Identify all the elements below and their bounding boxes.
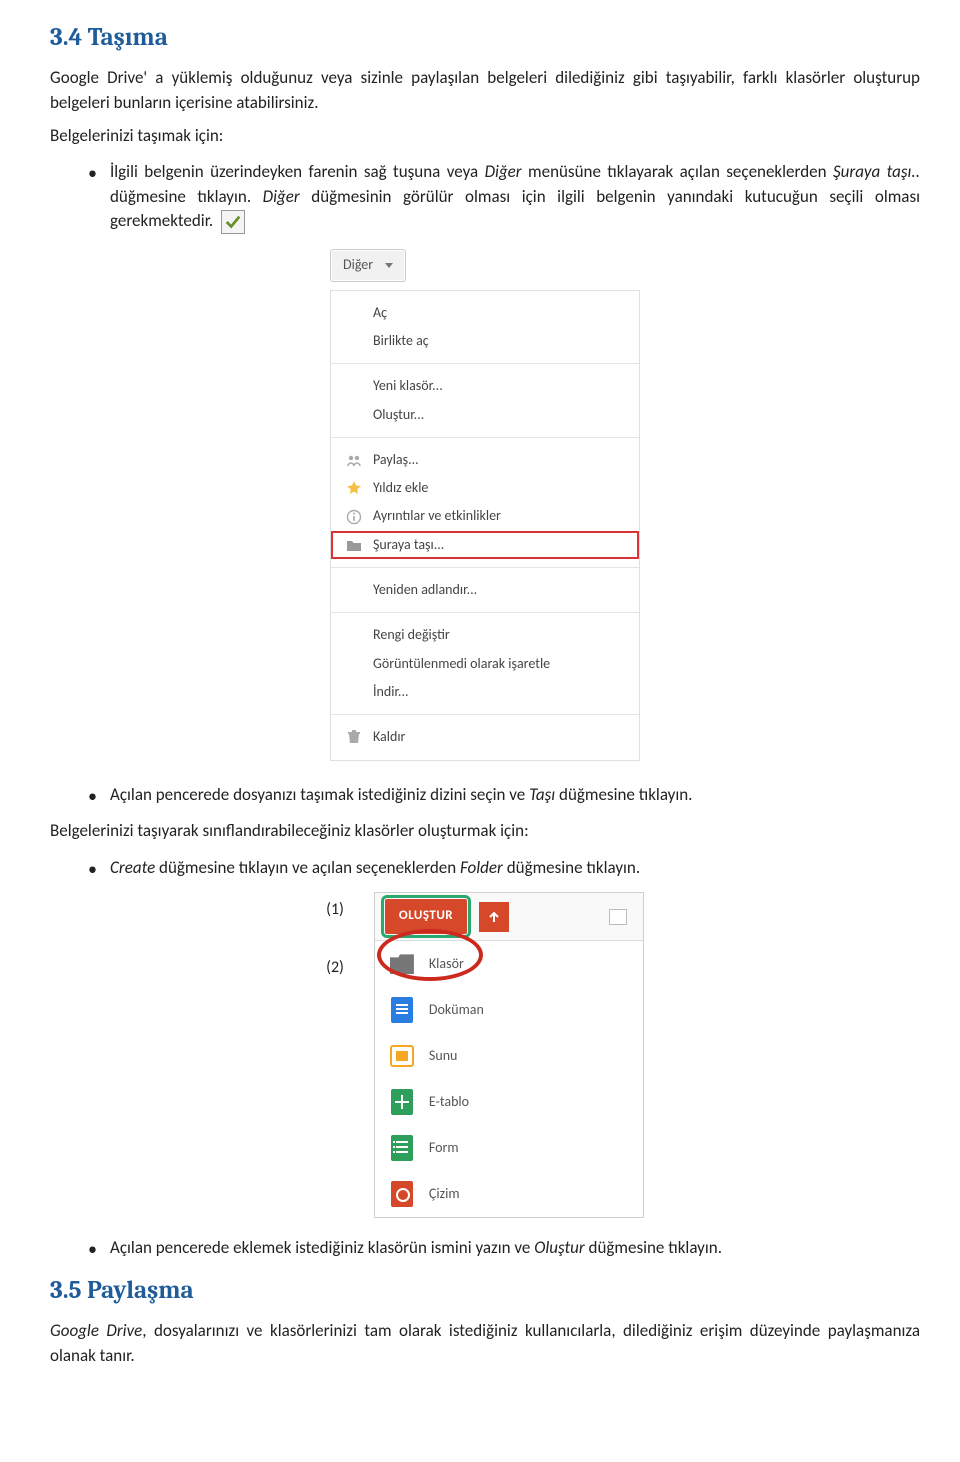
- menu-item-label: Yıldız ekle: [373, 478, 428, 498]
- olustur-panel: OLUŞTUR Klasör Doküman Sunu E-tablo Form Çizi…: [374, 892, 644, 1218]
- menu-item-label: Ayrıntılar ve etkinlikler: [373, 506, 501, 526]
- create-menu-item[interactable]: Klasör: [375, 941, 643, 987]
- diger-button-label: Diğer: [343, 255, 373, 275]
- menu-item[interactable]: Yıldız ekle: [331, 474, 639, 502]
- menu-item[interactable]: Aç: [331, 299, 639, 327]
- callout-1: (1): [326, 898, 344, 921]
- bullet-olustur: Açılan pencerede eklemek istediğiniz kla…: [88, 1236, 920, 1261]
- diger-dropdown-button[interactable]: Diğer: [330, 249, 406, 281]
- create-menu-item[interactable]: E-tablo: [375, 1079, 643, 1125]
- star-icon: [345, 479, 363, 497]
- create-menu-item[interactable]: Doküman: [375, 987, 643, 1033]
- intro-paragraph-1: Google Drive' a yüklemiş olduğunuz veya …: [50, 66, 920, 115]
- menu-item[interactable]: Yeniden adlandır...: [331, 576, 639, 604]
- create-menu-label: Sunu: [429, 1046, 458, 1066]
- share-icon: [345, 451, 363, 469]
- menu-item-label: Paylaş...: [373, 450, 419, 470]
- menu-item-label: Aç: [373, 303, 387, 323]
- menu-item-label: Birlikte aç: [373, 331, 429, 351]
- create-menu-label: Çizim: [429, 1184, 460, 1204]
- create-menu-label: E-tablo: [429, 1092, 469, 1112]
- diger-menu-panel: Aç Birlikte aç Yeni klasör... Oluştur... P…: [330, 290, 640, 761]
- menu-item[interactable]: Görüntülenmedi olarak işaretle: [331, 650, 639, 678]
- doc-icon: [389, 997, 415, 1023]
- menu-item[interactable]: Şuraya taşı...: [331, 531, 639, 559]
- diger-menu-screenshot: Diğer Aç Birlikte aç Yeni klasör... Oluştu…: [330, 249, 640, 760]
- paylasma-paragraph: Google Drive, dosyalarınızı ve klasörler…: [50, 1319, 920, 1368]
- intro-paragraph-2: Belgelerinizi taşımak için:: [50, 124, 920, 149]
- create-menu-label: Doküman: [429, 1000, 484, 1020]
- menu-item[interactable]: İndir...: [331, 678, 639, 706]
- folder-icon: [389, 951, 415, 977]
- intro-paragraph-3: Belgelerinizi taşıyarak sınıflandırabile…: [50, 819, 920, 844]
- slide-icon: [389, 1043, 415, 1069]
- folder-icon: [345, 536, 363, 554]
- bullet-tasimak: İlgili belgenin üzerindeyken farenin sağ…: [88, 160, 920, 234]
- section-heading-tasima: 3.4 Taşıma: [50, 20, 920, 56]
- create-menu-item[interactable]: Çizim: [375, 1171, 643, 1217]
- menu-item[interactable]: Yeni klasör...: [331, 372, 639, 400]
- menu-item-label: Şuraya taşı...: [373, 535, 444, 555]
- section-heading-paylasma: 3.5 Paylaşma: [50, 1273, 920, 1309]
- info-icon: [345, 508, 363, 526]
- menu-item[interactable]: Paylaş...: [331, 446, 639, 474]
- bullet-create-folder: Create düğmesine tıklayın ve açılan seçe…: [88, 856, 920, 881]
- olustur-screenshot-area: (1) (2) OLUŞTUR Klasör Doküman Sunu E-tablo…: [50, 892, 920, 1218]
- form-icon: [389, 1135, 415, 1161]
- create-menu-label: Form: [429, 1138, 459, 1158]
- sheet-icon: [389, 1089, 415, 1115]
- chevron-down-icon: [385, 263, 393, 268]
- menu-item[interactable]: Birlikte aç: [331, 327, 639, 355]
- menu-item[interactable]: Oluştur...: [331, 401, 639, 429]
- menu-item[interactable]: Rengi değiştir: [331, 621, 639, 649]
- trash-icon: [345, 728, 363, 746]
- menu-item-label: Yeni klasör...: [373, 376, 443, 396]
- menu-item-label: Rengi değiştir: [373, 625, 450, 645]
- draw-icon: [389, 1181, 415, 1207]
- create-menu-item[interactable]: Sunu: [375, 1033, 643, 1079]
- checkbox-graphic: [221, 210, 245, 234]
- menu-item[interactable]: Ayrıntılar ve etkinlikler: [331, 502, 639, 530]
- callout-numbers: (1) (2): [326, 892, 344, 978]
- menu-item-label: Oluştur...: [373, 405, 424, 425]
- olustur-button[interactable]: OLUŞTUR: [385, 899, 467, 934]
- menu-item-label: Kaldır: [373, 727, 405, 747]
- bullet-tasi: Açılan pencerede dosyanızı taşımak isted…: [88, 783, 920, 808]
- upload-button[interactable]: [479, 902, 509, 932]
- create-menu-label: Klasör: [429, 954, 464, 974]
- menu-item-label: Görüntülenmedi olarak işaretle: [373, 654, 550, 674]
- menu-item-label: Yeniden adlandır...: [373, 580, 477, 600]
- create-menu-item[interactable]: Form: [375, 1125, 643, 1171]
- menu-item-label: İndir...: [373, 682, 409, 702]
- menu-item[interactable]: Kaldır: [331, 723, 639, 751]
- blank-box-icon: [609, 909, 627, 925]
- callout-2: (2): [326, 956, 344, 979]
